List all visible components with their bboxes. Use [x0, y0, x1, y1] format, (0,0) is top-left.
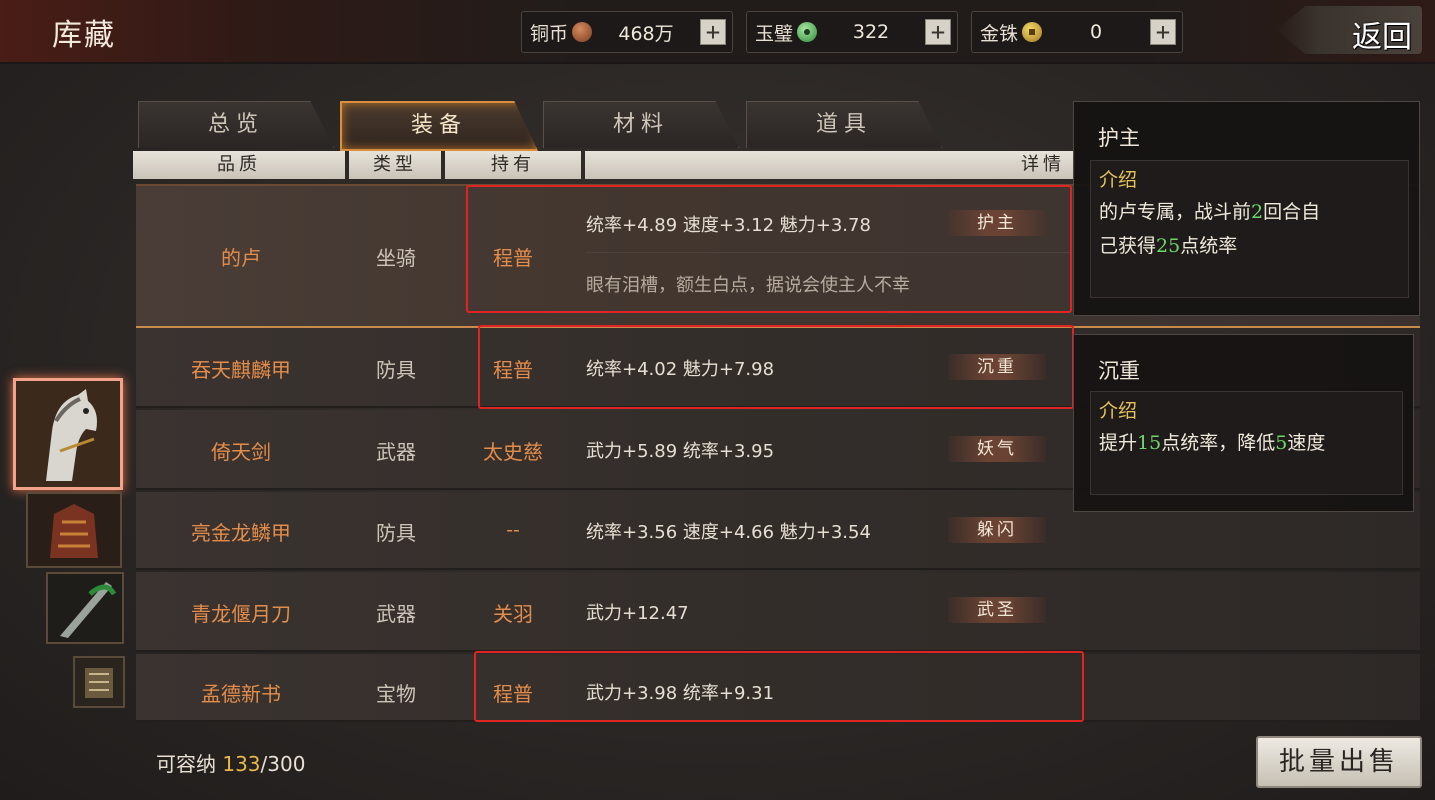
- item-type: 防具: [376, 358, 416, 382]
- tooltip-text: 提升15点统率，降低5速度: [1099, 426, 1325, 460]
- tooltip-body: 介绍 的卢专属，战斗前2回合自 己获得25点统率: [1090, 160, 1409, 298]
- thumb-blade[interactable]: [46, 572, 124, 644]
- trait-badge-duoshan[interactable]: 躲闪: [948, 517, 1046, 543]
- tab-items[interactable]: 道具: [746, 101, 942, 148]
- item-type: 武器: [376, 602, 416, 626]
- tooltip-number: 5: [1275, 432, 1288, 454]
- item-name: 倚天剑: [211, 440, 271, 464]
- add-copper-button[interactable]: +: [700, 19, 726, 45]
- tooltip-huzhu: 护主 介绍 的卢专属，战斗前2回合自 己获得25点统率: [1073, 101, 1420, 316]
- highlight-box: [466, 185, 1072, 313]
- highlight-box: [474, 651, 1084, 722]
- capacity-total: /300: [260, 752, 306, 776]
- item-type: 防具: [376, 521, 416, 545]
- currency-value: 322: [852, 21, 890, 43]
- batch-sell-button[interactable]: 批量出售: [1256, 736, 1422, 788]
- page-title: 库藏: [52, 18, 116, 53]
- currency-copper: 铜币 468万 +: [521, 11, 733, 53]
- currency-label: 金铢: [980, 22, 1019, 45]
- column-header-holder[interactable]: 持有: [445, 151, 581, 179]
- gold-coin-icon: [1022, 22, 1043, 42]
- item-holder: --: [506, 517, 520, 541]
- trait-badge-yaoqi[interactable]: 妖气: [948, 436, 1046, 462]
- add-jade-button[interactable]: +: [925, 19, 951, 45]
- item-type: 宝物: [376, 682, 416, 706]
- tab-materials[interactable]: 材料: [543, 101, 739, 148]
- currency-gold: 金铢 0 +: [971, 11, 1183, 53]
- currency-value: 468万: [618, 22, 674, 45]
- highlight-box: [478, 325, 1074, 409]
- table-row[interactable]: 青龙偃月刀 武器 关羽 武力+12.47 武圣: [136, 572, 1420, 652]
- tooltip-chenzhong: 沉重 介绍 提升15点统率，降低5速度: [1073, 334, 1414, 512]
- armor-icon: [28, 494, 120, 566]
- tooltip-body: 介绍 提升15点统率，降低5速度: [1090, 391, 1403, 495]
- currency-jade: 玉璧 322 +: [746, 11, 958, 53]
- tooltip-text: 的卢专属，战斗前2回合自 己获得25点统率: [1099, 195, 1320, 263]
- jade-disc-icon: [797, 22, 818, 42]
- currency-value: 0: [1089, 21, 1103, 43]
- capacity-label: 可容纳: [156, 752, 216, 776]
- blade-icon: [48, 574, 122, 642]
- tooltip-text-part: 提升: [1099, 432, 1138, 454]
- copper-coin-icon: [572, 22, 593, 42]
- horse-icon: [16, 381, 120, 487]
- tab-overview[interactable]: 总览: [138, 101, 334, 148]
- currency-label: 玉璧: [755, 22, 794, 45]
- capacity-indicator: 可容纳 133/300: [156, 748, 305, 777]
- thumb-horse[interactable]: [13, 378, 123, 490]
- tooltip-title: 沉重: [1098, 359, 1140, 383]
- item-holder: 关羽: [493, 602, 533, 626]
- book-icon: [75, 658, 123, 706]
- item-name: 青龙偃月刀: [191, 602, 291, 626]
- tooltip-text-part: 点统率: [1180, 235, 1238, 257]
- item-type: 武器: [376, 440, 416, 464]
- tooltip-text-part: 点统率，降低: [1161, 432, 1276, 454]
- column-header-detail: 详情: [585, 151, 1075, 179]
- item-type: 坐骑: [376, 246, 416, 270]
- tooltip-label: 介绍: [1099, 169, 1138, 191]
- tooltip-text-part: 己获得: [1099, 235, 1157, 257]
- tab-equipment[interactable]: 装备: [340, 101, 538, 151]
- tooltip-number: 2: [1251, 201, 1264, 223]
- item-stats: 统率+3.56 速度+4.66 魅力+3.54: [586, 522, 871, 543]
- item-name: 的卢: [221, 246, 261, 270]
- back-label: 返回: [1352, 20, 1412, 55]
- thumb-book[interactable]: [73, 656, 125, 708]
- tooltip-label: 介绍: [1099, 400, 1138, 422]
- top-bar: 库藏 铜币 468万 + 玉璧 322 + 金铢 0 + 返回: [0, 0, 1435, 64]
- back-button[interactable]: 返回: [1276, 6, 1422, 54]
- item-name: 吞天麒麟甲: [191, 358, 291, 382]
- thumb-armor[interactable]: [26, 492, 122, 568]
- tooltip-text-part: 速度: [1287, 432, 1326, 454]
- item-name: 亮金龙鳞甲: [191, 521, 291, 545]
- item-holder: 太史慈: [483, 440, 543, 464]
- tooltip-text-part: 回合自: [1263, 201, 1321, 223]
- item-stats: 武力+5.89 统率+3.95: [586, 441, 775, 462]
- tooltip-text-part: 的卢专属，战斗前: [1099, 201, 1252, 223]
- tooltip-title: 护主: [1098, 126, 1140, 150]
- tooltip-number: 25: [1156, 235, 1181, 257]
- tooltip-number: 15: [1137, 432, 1162, 454]
- capacity-used: 133: [222, 752, 261, 776]
- currency-label: 铜币: [530, 22, 569, 45]
- item-stats: 武力+12.47: [586, 603, 689, 624]
- trait-badge-wusheng[interactable]: 武圣: [948, 597, 1046, 623]
- item-name: 孟德新书: [201, 682, 281, 706]
- column-header-quality[interactable]: 品质: [133, 151, 345, 179]
- column-header-type[interactable]: 类型: [349, 151, 441, 179]
- add-gold-button[interactable]: +: [1150, 19, 1176, 45]
